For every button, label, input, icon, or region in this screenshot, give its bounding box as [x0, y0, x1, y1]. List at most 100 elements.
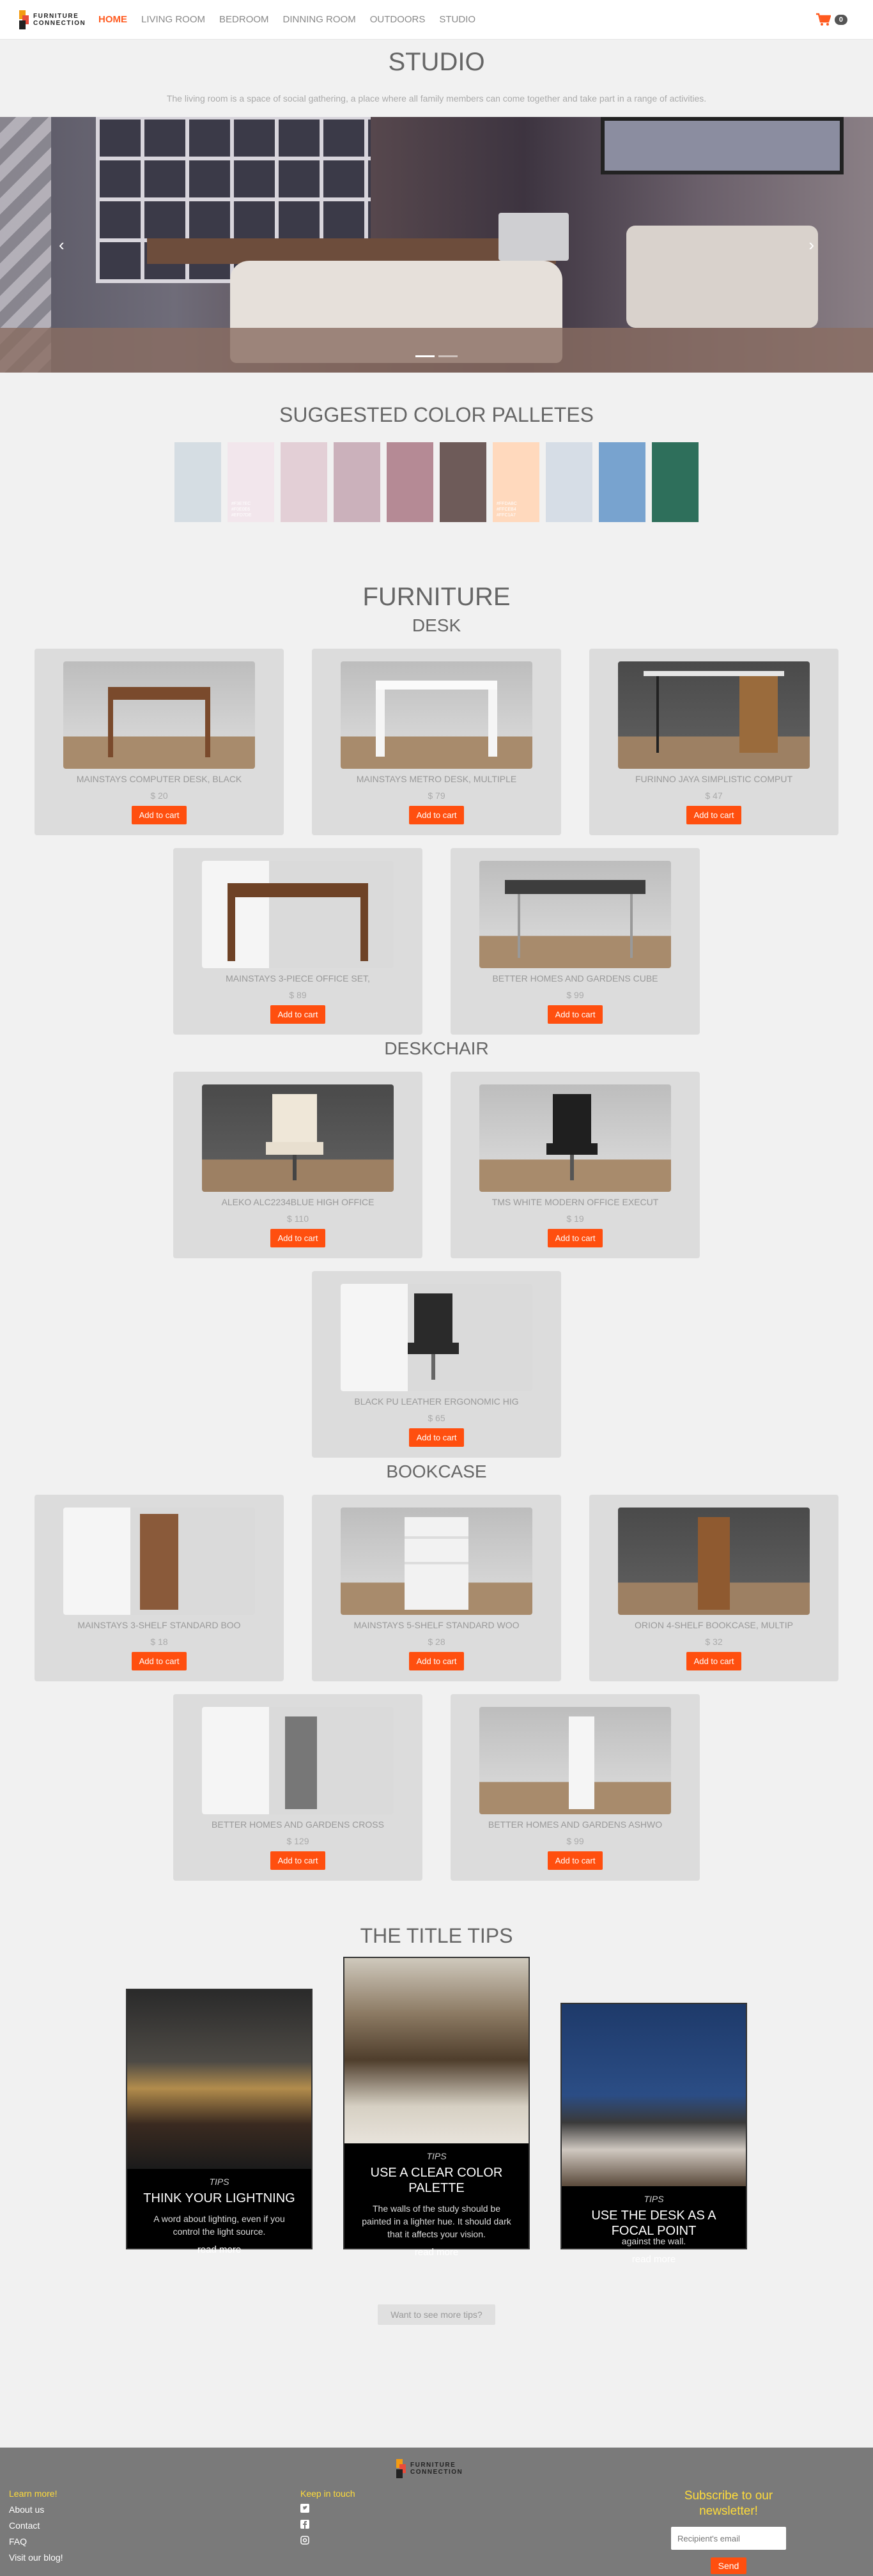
cart-icon — [815, 13, 831, 26]
product-name: ALEKO ALC2234BLUE HIGH OFFICE — [221, 1197, 375, 1207]
product-price: $ 89 — [289, 990, 307, 1000]
tip-body: A word about lighting, even if you contr… — [153, 2214, 285, 2237]
product-image-shape — [405, 1562, 468, 1564]
footer-keep-in-touch: Keep in touch — [300, 2488, 355, 2547]
add-to-cart-button[interactable]: Add to cart — [686, 806, 742, 824]
add-to-cart-button[interactable]: Add to cart — [131, 1652, 187, 1670]
product-name: FURINNO JAYA SIMPLISTIC COMPUT — [635, 774, 793, 784]
twitter-icon[interactable] — [300, 2504, 355, 2515]
product-image-shape — [644, 671, 784, 676]
product-card: ORION 4-SHELF BOOKCASE, MULTIP $ 32 Add to… — [589, 1495, 838, 1681]
product-card: FURINNO JAYA SIMPLISTIC COMPUT $ 47 Add to… — [589, 649, 838, 835]
carousel-indicator[interactable] — [415, 355, 435, 357]
product-image[interactable] — [618, 661, 810, 769]
hero-carousel[interactable]: ‹ › — [0, 117, 873, 373]
color-swatch — [652, 442, 699, 522]
newsletter-send-button[interactable]: Send — [710, 2557, 747, 2574]
product-price: $ 99 — [566, 990, 584, 1000]
cart-button[interactable]: 0 — [815, 13, 847, 27]
product-image[interactable] — [63, 1508, 255, 1615]
product-card: BETTER HOMES AND GARDENS CUBE $ 99 Add to … — [451, 848, 700, 1035]
add-to-cart-button[interactable]: Add to cart — [547, 1229, 603, 1247]
product-image[interactable] — [479, 861, 671, 968]
product-image-shape — [108, 687, 210, 700]
product-image-shape — [518, 894, 520, 958]
footer-link-about[interactable]: About us — [9, 2504, 63, 2515]
add-to-cart-button[interactable]: Add to cart — [408, 1652, 465, 1670]
nav-outdoors[interactable]: OUTDOORS — [370, 14, 426, 25]
product-price: $ 129 — [286, 1836, 309, 1846]
color-swatch — [281, 442, 327, 522]
product-image-shape — [266, 1142, 323, 1155]
color-swatch — [599, 442, 645, 522]
add-to-cart-button[interactable]: Add to cart — [270, 1229, 326, 1247]
add-to-cart-button[interactable]: Add to cart — [547, 1851, 603, 1870]
add-to-cart-button[interactable]: Add to cart — [408, 806, 465, 824]
swatch-label: #F3E7EC #F0E0E6 #EFD7DE — [231, 502, 252, 518]
footer-link-contact[interactable]: Contact — [9, 2520, 63, 2531]
carousel-image-desk — [147, 238, 556, 264]
footer-link-blog[interactable]: Visit our blog! — [9, 2552, 63, 2563]
product-image[interactable] — [479, 1084, 671, 1192]
add-to-cart-button[interactable]: Add to cart — [270, 1851, 326, 1870]
nav-bedroom[interactable]: BEDROOM — [219, 14, 269, 25]
product-image-shape — [228, 897, 235, 961]
facebook-icon[interactable] — [300, 2520, 355, 2531]
footer-brand-name: FURNITURE CONNECTION — [410, 2462, 463, 2476]
product-image-shape — [488, 690, 497, 757]
color-swatch: #FFDABC #FFCEB4 #FFC1A7 — [493, 442, 539, 522]
product-price: $ 79 — [428, 791, 445, 801]
brand-logo[interactable]: FURNITURE CONNECTION — [19, 10, 91, 29]
newsletter-heading: Subscribe to our newsletter! — [684, 2489, 773, 2518]
tips-section: TIPS THINK YOUR LIGHTNING A word about l… — [0, 1957, 873, 2295]
carousel-prev-icon[interactable]: ‹ — [59, 235, 65, 255]
category-title: DESK — [412, 615, 461, 635]
product-card: MAINSTAYS 5-SHELF STANDARD WOO $ 28 Add to… — [312, 1495, 561, 1681]
product-image-shape — [698, 1517, 730, 1610]
add-to-cart-button[interactable]: Add to cart — [686, 1652, 742, 1670]
product-image[interactable] — [618, 1508, 810, 1615]
tip-read-more-link[interactable]: read more — [127, 2244, 311, 2255]
product-image-shape — [205, 700, 210, 757]
nav-living-room[interactable]: LIVING ROOM — [141, 14, 205, 25]
product-card: MAINSTAYS METRO DESK, MULTIPLE $ 79 Add to… — [312, 649, 561, 835]
product-price: $ 47 — [705, 791, 723, 801]
swatch-label: #FFDABC #FFCEB4 #FFC1A7 — [497, 502, 517, 518]
product-row: ALEKO ALC2234BLUE HIGH OFFICE $ 110 Add to… — [0, 1072, 873, 1258]
product-image-shape — [376, 681, 497, 690]
product-image[interactable] — [63, 661, 255, 769]
logo-mark-icon — [396, 2459, 406, 2478]
nav-home[interactable]: HOME — [98, 14, 127, 25]
add-to-cart-button[interactable]: Add to cart — [547, 1005, 603, 1024]
product-image[interactable] — [341, 661, 532, 769]
tip-read-more-link[interactable]: read more — [562, 2254, 746, 2265]
product-image[interactable] — [202, 1084, 394, 1192]
product-image[interactable] — [479, 1707, 671, 1814]
nav-dinning-room[interactable]: DINNING ROOM — [283, 14, 356, 25]
product-card: MAINSTAYS COMPUTER DESK, BLACK $ 20 Add to… — [35, 649, 284, 835]
product-image[interactable] — [202, 1707, 394, 1814]
tip-card: TIPS THINK YOUR LIGHTNING A word about l… — [126, 1989, 313, 2255]
product-image-shape — [553, 1094, 591, 1145]
product-image[interactable] — [202, 861, 394, 968]
more-tips-button[interactable]: Want to see more tips? — [378, 2304, 495, 2325]
add-to-cart-button[interactable]: Add to cart — [131, 806, 187, 824]
product-image[interactable] — [341, 1508, 532, 1615]
newsletter-email-input[interactable] — [671, 2527, 786, 2550]
tip-read-more-link[interactable]: read more — [344, 2247, 529, 2258]
add-to-cart-button[interactable]: Add to cart — [408, 1428, 465, 1447]
product-row: MAINSTAYS COMPUTER DESK, BLACK $ 20 Add to… — [0, 649, 873, 835]
nav-studio[interactable]: STUDIO — [439, 14, 475, 25]
product-name: MAINSTAYS 3-SHELF STANDARD BOO — [77, 1620, 241, 1630]
tip-heading: USE A CLEAR COLOR PALETTE — [370, 2166, 503, 2195]
carousel-indicators — [415, 355, 458, 357]
footer-logo[interactable]: FURNITURE CONNECTION — [396, 2459, 463, 2478]
footer-link-faq[interactable]: FAQ — [9, 2536, 63, 2547]
product-name: TMS WHITE MODERN OFFICE EXECUT — [491, 1197, 659, 1207]
add-to-cart-button[interactable]: Add to cart — [270, 1005, 326, 1024]
product-image[interactable] — [341, 1284, 532, 1391]
carousel-next-icon[interactable]: › — [808, 235, 814, 255]
carousel-indicator[interactable] — [438, 355, 458, 357]
instagram-icon[interactable] — [300, 2536, 355, 2547]
product-name: MAINSTAYS METRO DESK, MULTIPLE — [356, 774, 517, 784]
